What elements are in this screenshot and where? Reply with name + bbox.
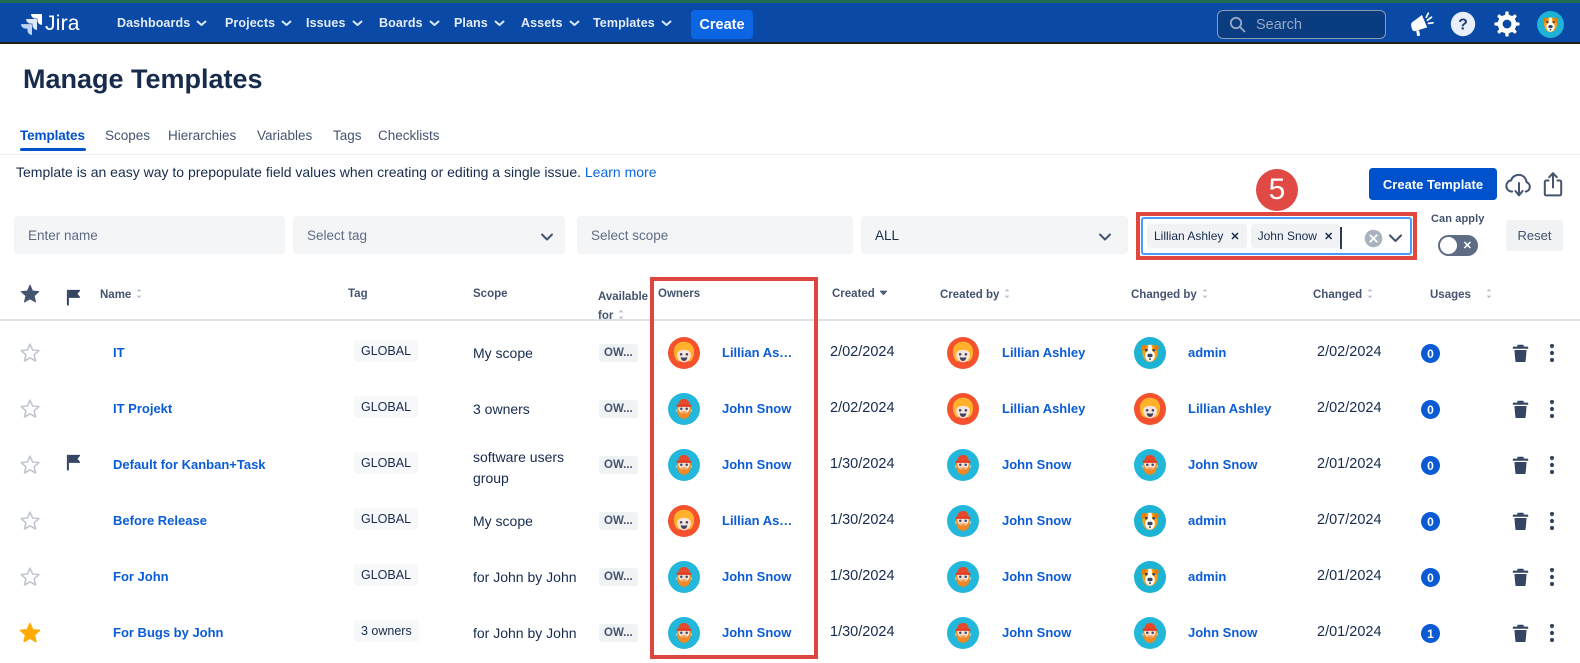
svg-text:?: ? <box>1458 16 1468 33</box>
